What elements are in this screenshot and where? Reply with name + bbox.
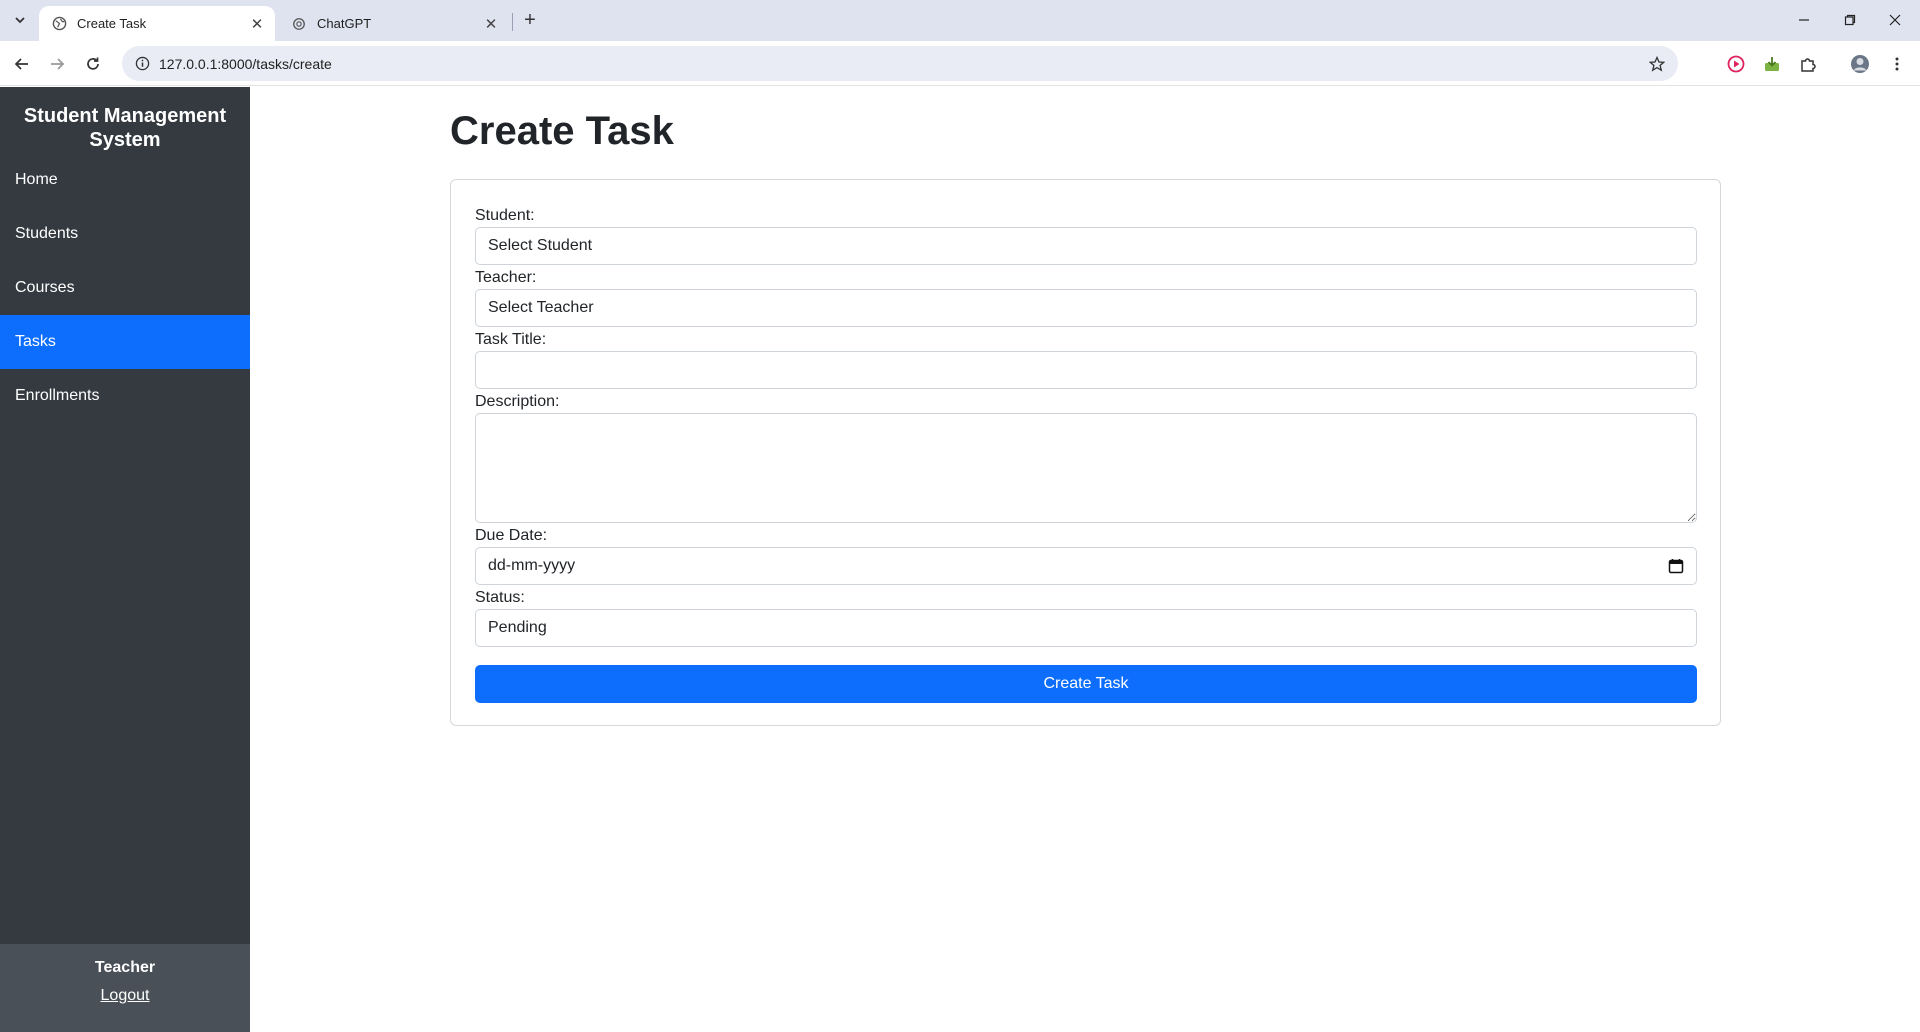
description-label: Description: bbox=[475, 393, 560, 410]
description-textarea[interactable] bbox=[475, 413, 1697, 523]
tab-title: Create Task bbox=[77, 16, 147, 31]
tab-divider bbox=[512, 13, 513, 31]
create-task-button[interactable]: Create Task bbox=[475, 665, 1697, 703]
teacher-select-value: Select Teacher bbox=[488, 299, 594, 316]
forward-arrow-icon[interactable] bbox=[43, 50, 71, 78]
minimize-icon[interactable] bbox=[1790, 8, 1818, 32]
status-select-value: Pending bbox=[488, 619, 547, 636]
user-role: Teacher bbox=[94, 959, 156, 976]
sidebar-item-courses[interactable]: Courses bbox=[0, 261, 250, 315]
student-select-value: Select Student bbox=[488, 237, 593, 254]
sidebar-footer: Teacher Logout bbox=[0, 944, 250, 1032]
close-window-icon[interactable] bbox=[1881, 8, 1909, 32]
teacher-label: Teacher: bbox=[475, 269, 537, 286]
url-text: 127.0.0.1:8000/tasks/create bbox=[159, 55, 332, 72]
app-brand: Student Management System bbox=[23, 105, 227, 151]
bookmark-star-icon[interactable] bbox=[1646, 53, 1668, 75]
status-label: Status: bbox=[475, 589, 525, 606]
task-title-label: Task Title: bbox=[475, 331, 547, 348]
sidebar: Student Management System Home Students … bbox=[0, 87, 250, 1032]
teacher-select[interactable]: Select Teacher bbox=[475, 289, 1697, 327]
chevron-down-icon bbox=[15, 17, 25, 24]
page-title: Create Task bbox=[450, 109, 674, 153]
sidebar-item-home[interactable]: Home bbox=[0, 153, 250, 207]
close-tab-icon[interactable]: ✕ bbox=[481, 14, 501, 34]
due-date-label: Due Date: bbox=[475, 527, 548, 544]
main-content: Create Task Student: Select Student Teac… bbox=[250, 87, 1920, 1032]
browser-toolbar: 127.0.0.1:8000/tasks/create bbox=[0, 41, 1920, 86]
logout-link[interactable]: Logout bbox=[101, 987, 150, 1005]
tab-title: ChatGPT bbox=[317, 16, 372, 31]
browser-tab-bar: Create Task ✕ ChatGPT ✕ + bbox=[0, 0, 1920, 41]
task-title-input[interactable] bbox=[475, 351, 1697, 389]
sidebar-item-tasks[interactable]: Tasks bbox=[0, 315, 250, 369]
address-bar[interactable]: 127.0.0.1:8000/tasks/create bbox=[122, 46, 1678, 81]
tab-chatgpt[interactable]: ChatGPT ✕ bbox=[279, 6, 509, 41]
site-info-icon[interactable] bbox=[132, 54, 152, 74]
tab-create-task[interactable]: Create Task ✕ bbox=[39, 6, 275, 41]
status-select[interactable]: Pending bbox=[475, 609, 1697, 647]
student-label: Student: bbox=[475, 207, 535, 224]
due-date-input[interactable]: dd-mm-yyyy bbox=[475, 547, 1697, 585]
download-extension-icon[interactable] bbox=[1760, 52, 1784, 76]
restore-icon[interactable] bbox=[1836, 8, 1864, 32]
profile-avatar-icon[interactable] bbox=[1848, 52, 1872, 76]
sidebar-item-enrollments[interactable]: Enrollments bbox=[0, 369, 250, 423]
sidebar-item-students[interactable]: Students bbox=[0, 207, 250, 261]
back-arrow-icon[interactable] bbox=[8, 50, 36, 78]
video-extension-icon[interactable] bbox=[1724, 52, 1748, 76]
create-task-form: Student: Select Student Teacher: Select … bbox=[450, 179, 1721, 726]
tab-search-button[interactable] bbox=[9, 9, 31, 31]
browser-menu-icon[interactable] bbox=[1885, 52, 1909, 76]
due-date-placeholder: dd-mm-yyyy bbox=[488, 557, 576, 574]
extensions-puzzle-icon[interactable] bbox=[1796, 52, 1820, 76]
openai-icon bbox=[291, 16, 307, 32]
close-tab-icon[interactable]: ✕ bbox=[247, 14, 267, 34]
calendar-icon[interactable] bbox=[1668, 558, 1684, 574]
reload-icon[interactable] bbox=[79, 50, 107, 78]
student-select[interactable]: Select Student bbox=[475, 227, 1697, 265]
new-tab-button[interactable]: + bbox=[519, 9, 541, 31]
globe-icon bbox=[51, 16, 67, 32]
